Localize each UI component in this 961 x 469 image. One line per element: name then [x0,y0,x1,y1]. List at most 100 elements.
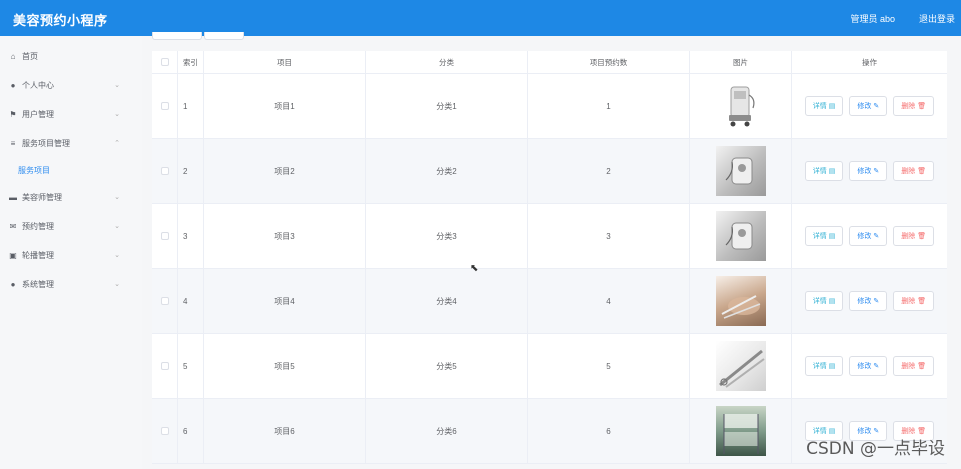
user-icon: ● [10,81,16,90]
cell-category: 分类1 [366,74,528,138]
header-index: 索引 [178,51,204,73]
cell-count: 3 [528,204,690,268]
cell-name: 项目4 [204,269,366,333]
edit-icon: ✎ [873,363,880,370]
cell-name: 项目6 [204,399,366,463]
sidebar-item-home[interactable]: ⌂ 首页 [0,42,142,71]
chevron-down-icon: ⌄ [114,194,120,201]
edit-button[interactable]: 修改 ✎ [849,226,888,246]
cell-category: 分类2 [366,139,528,203]
edit-icon: ✎ [873,233,880,240]
header-count[interactable]: 项目预约数 [528,51,690,73]
sidebar-item-users[interactable]: ⚑ 用户管理 ⌄ [0,100,142,129]
service-image [715,341,766,391]
cell-category: 分类6 [366,399,528,463]
sidebar-item-label: 服务项目管理 [22,139,70,148]
edit-icon: ✎ [873,298,880,305]
toolbar-button[interactable] [152,32,202,40]
service-image [715,406,766,456]
main-content: 索引 项目 分类 项目预约数 图片 操作 1 项目1 分类1 1 详情 ▤ 修改… [142,32,961,469]
sidebar-item-bookings[interactable]: ✉ 预约管理 ⌄ [0,212,142,241]
detail-button[interactable]: 详情 ▤ [804,96,844,116]
sidebar-subitem-service-items[interactable]: 服务项目 [0,158,142,183]
row-checkbox[interactable] [160,167,169,175]
sidebar-item-label: 系统管理 [22,280,54,289]
service-image [715,146,766,196]
table-row: 1 项目1 分类1 1 详情 ▤ 修改 ✎ 删除 🗑 [152,74,947,139]
trash-icon: 🗑 [917,233,927,240]
flag-icon: ⚑ [9,110,17,119]
cell-index: 5 [178,334,204,398]
detail-button[interactable]: 详情 ▤ [804,356,844,376]
sidebar-item-label: 首页 [22,52,38,61]
delete-button[interactable]: 删除 🗑 [893,226,935,246]
delete-button[interactable]: 删除 🗑 [893,356,935,376]
chevron-down-icon: ⌄ [114,82,120,89]
cell-count: 5 [528,334,690,398]
edit-button[interactable]: 修改 ✎ [849,291,888,311]
document-icon: ▤ [828,298,836,305]
delete-button[interactable]: 删除 🗑 [893,291,935,311]
chevron-down-icon: ⌄ [114,281,120,288]
row-checkbox[interactable] [160,232,169,240]
cell-name: 项目5 [204,334,366,398]
document-icon: ▤ [828,103,836,110]
header-category[interactable]: 分类 [366,51,528,73]
sidebar-item-label: 用户管理 [22,110,54,119]
sidebar-item-label: 预约管理 [22,222,54,231]
delete-button[interactable]: 删除 🗑 [893,161,935,181]
sidebar-item-profile[interactable]: ● 个人中心 ⌄ [0,71,142,100]
cell-index: 6 [178,399,204,463]
cell-category: 分类3 [366,204,528,268]
list-icon: ≡ [10,139,16,148]
cell-index: 4 [178,269,204,333]
trash-icon: 🗑 [917,103,927,110]
chevron-down-icon: ⌄ [114,111,120,118]
sidebar-item-system[interactable]: ● 系统管理 ⌄ [0,270,142,299]
chevron-down-icon: ⌄ [114,252,120,259]
document-icon: ▤ [828,233,836,240]
select-all-checkbox[interactable] [160,58,169,66]
user-icon: ● [10,280,16,289]
detail-button[interactable]: 详情 ▤ [804,161,844,181]
sidebar-item-beauticians[interactable]: ▬ 美容师管理 ⌄ [0,183,142,212]
table-row: 4 项目4 分类4 4 详情 ▤ 修改 ✎ 删除 🗑 [152,269,947,334]
row-checkbox[interactable] [160,362,169,370]
row-checkbox[interactable] [160,102,169,110]
toolbar-button[interactable] [204,32,244,40]
chevron-up-icon: ⌃ [114,140,120,147]
delete-button[interactable]: 删除 🗑 [893,96,935,116]
service-image [715,211,766,261]
row-checkbox[interactable] [160,297,169,305]
table-row: 5 项目5 分类5 5 详情 ▤ 修改 ✎ 删除 🗑 [152,334,947,399]
cell-index: 1 [178,74,204,138]
logout-button[interactable]: 退出登录 [919,12,955,25]
cell-category: 分类5 [366,334,528,398]
mail-icon: ✉ [9,222,17,231]
watermark: CSDN @一点毕设 [806,439,945,459]
header-image: 图片 [690,51,792,73]
cell-count: 2 [528,139,690,203]
trash-icon: 🗑 [917,168,927,175]
sidebar-item-carousel[interactable]: ▣ 轮播管理 ⌄ [0,241,142,270]
mouse-cursor-icon: ⬉ [470,263,479,274]
admin-label: 管理员 abo [850,14,895,24]
header-name[interactable]: 项目 [204,51,366,73]
row-checkbox[interactable] [160,427,169,435]
header-actions: 操作 [862,57,877,67]
home-icon: ⌂ [10,52,16,61]
edit-button[interactable]: 修改 ✎ [849,356,888,376]
edit-button[interactable]: 修改 ✎ [849,161,888,181]
trash-icon: 🗑 [917,363,927,370]
detail-button[interactable]: 详情 ▤ [804,226,844,246]
table-header: 索引 项目 分类 项目预约数 图片 操作 [152,51,947,74]
cell-name: 项目1 [204,74,366,138]
cell-count: 6 [528,399,690,463]
cell-index: 2 [178,139,204,203]
sidebar-item-services[interactable]: ≡ 服务项目管理 ⌃ [0,129,142,158]
detail-button[interactable]: 详情 ▤ [804,291,844,311]
app-title: 美容预约小程序 [13,13,108,28]
cell-name: 项目2 [204,139,366,203]
service-image [715,276,766,326]
edit-button[interactable]: 修改 ✎ [849,96,888,116]
